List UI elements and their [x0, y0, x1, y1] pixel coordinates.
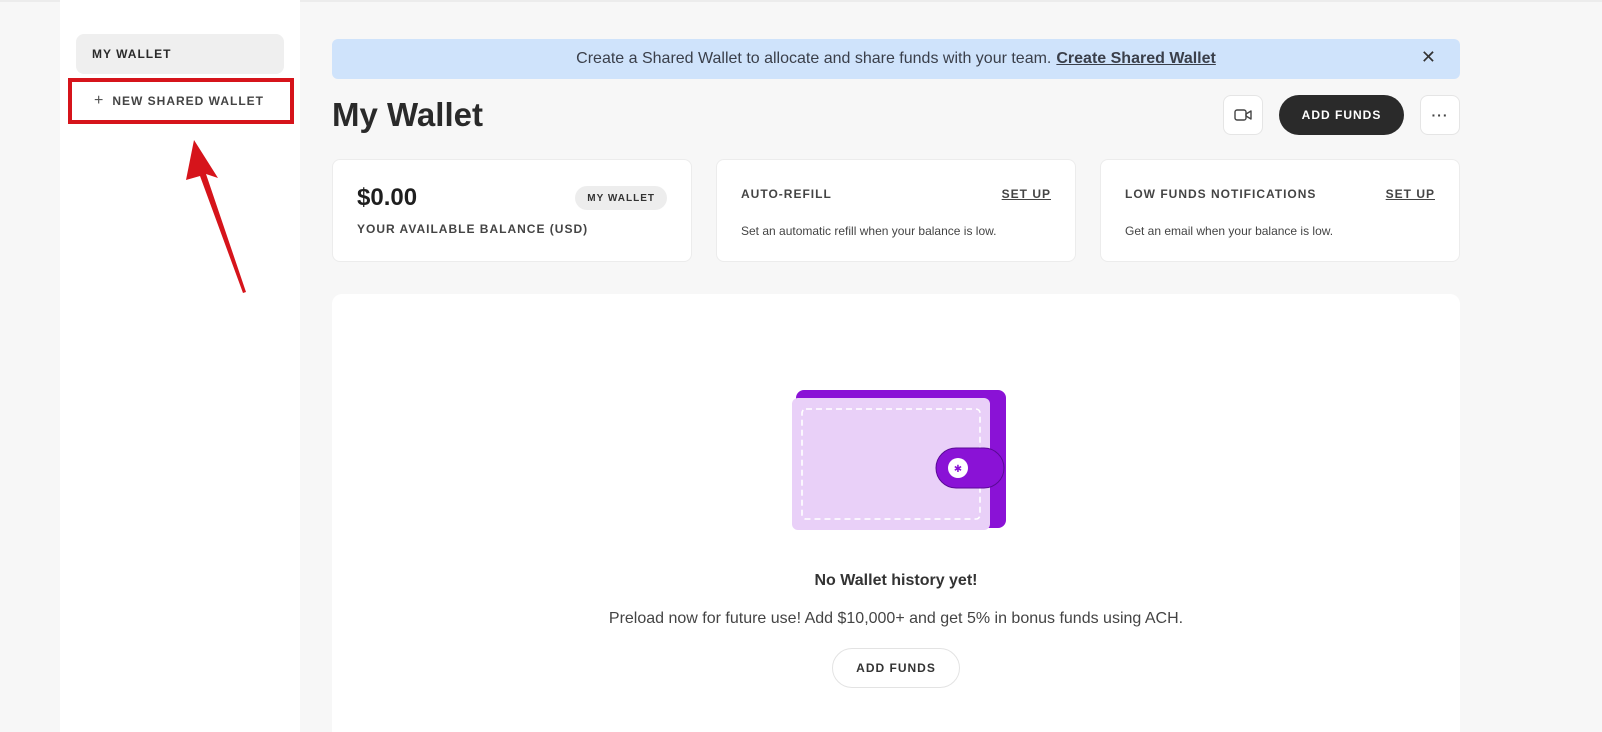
sidebar-item-label: MY WALLET	[92, 47, 172, 61]
wallet-illustration: ✱	[792, 390, 1006, 530]
low-funds-description: Get an email when your balance is low.	[1125, 224, 1334, 238]
auto-refill-setup-link[interactable]: SET UP	[1002, 187, 1051, 201]
more-options-button[interactable]: ···	[1420, 95, 1460, 135]
page-title: My Wallet	[332, 96, 483, 133]
create-shared-wallet-link[interactable]: Create Shared Wallet	[1056, 50, 1215, 68]
balance-label: YOUR AVAILABLE BALANCE (USD)	[357, 222, 589, 236]
new-shared-wallet-button[interactable]: + NEW SHARED WALLET	[68, 78, 294, 124]
more-icon: ···	[1431, 107, 1449, 123]
empty-state-description: Preload now for future use! Add $10,000+…	[608, 610, 1184, 627]
auto-refill-description: Set an automatic refill when your balanc…	[741, 224, 997, 238]
shared-wallet-banner: Create a Shared Wallet to allocate and s…	[332, 39, 1460, 79]
low-funds-setup-link[interactable]: SET UP	[1386, 187, 1435, 201]
auto-refill-card: AUTO-REFILL SET UP Set an automatic refi…	[716, 159, 1076, 262]
sidebar: MY WALLET + NEW SHARED WALLET	[60, 0, 300, 732]
wallet-clasp-icon: ✱	[954, 464, 962, 475]
close-icon[interactable]: ✕	[1421, 47, 1436, 68]
wallet-badge: MY WALLET	[575, 186, 667, 210]
auto-refill-title: AUTO-REFILL	[741, 187, 832, 201]
low-funds-card: LOW FUNDS NOTIFICATIONS SET UP Get an em…	[1100, 159, 1460, 262]
video-camera-icon	[1234, 109, 1252, 121]
balance-amount: $0.00	[357, 184, 418, 211]
wallet-history-panel: ✱ No Wallet history yet! Preload now for…	[332, 294, 1460, 732]
video-button[interactable]	[1223, 95, 1263, 135]
plus-icon: +	[94, 92, 105, 109]
annotation-arrow	[186, 140, 246, 293]
low-funds-title: LOW FUNDS NOTIFICATIONS	[1125, 187, 1317, 201]
new-shared-wallet-label: NEW SHARED WALLET	[112, 94, 265, 108]
banner-text: Create a Shared Wallet to allocate and s…	[576, 50, 1052, 67]
empty-state-add-funds-button[interactable]: ADD FUNDS	[832, 648, 960, 688]
empty-state-title: No Wallet history yet!	[814, 572, 978, 589]
add-funds-button[interactable]: ADD FUNDS	[1279, 95, 1404, 135]
balance-card: $0.00 YOUR AVAILABLE BALANCE (USD) MY WA…	[332, 159, 692, 262]
sidebar-item-my-wallet[interactable]: MY WALLET	[76, 34, 284, 74]
